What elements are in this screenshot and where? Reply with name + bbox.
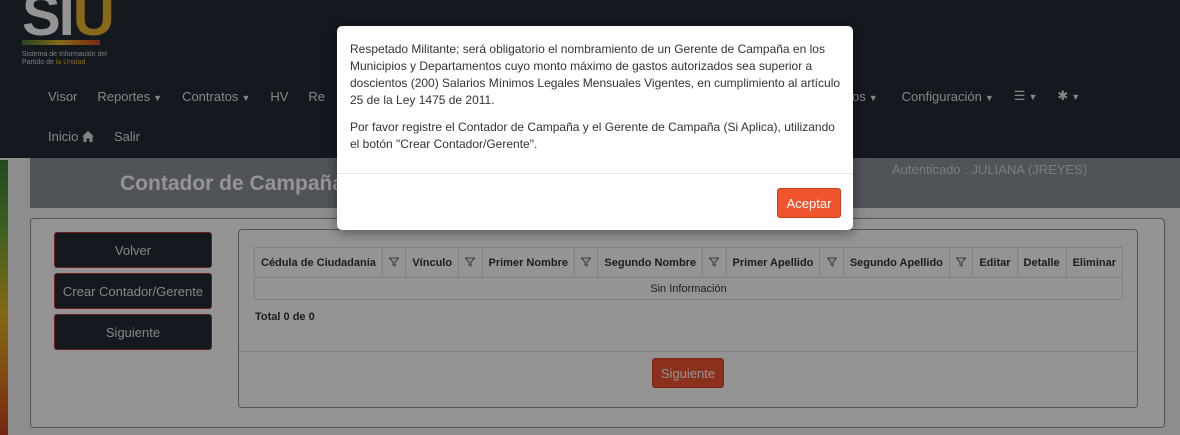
modal-paragraph: Respetado Militante; será obligatorio el…	[350, 42, 841, 107]
modal-divider	[337, 173, 853, 174]
accept-button[interactable]: Aceptar	[777, 188, 841, 218]
notice-modal: Respetado Militante; será obligatorio el…	[337, 26, 853, 230]
modal-paragraph: Por favor registre el Contador de Campañ…	[350, 120, 835, 151]
modal-body: Respetado Militante; será obligatorio el…	[350, 41, 844, 163]
